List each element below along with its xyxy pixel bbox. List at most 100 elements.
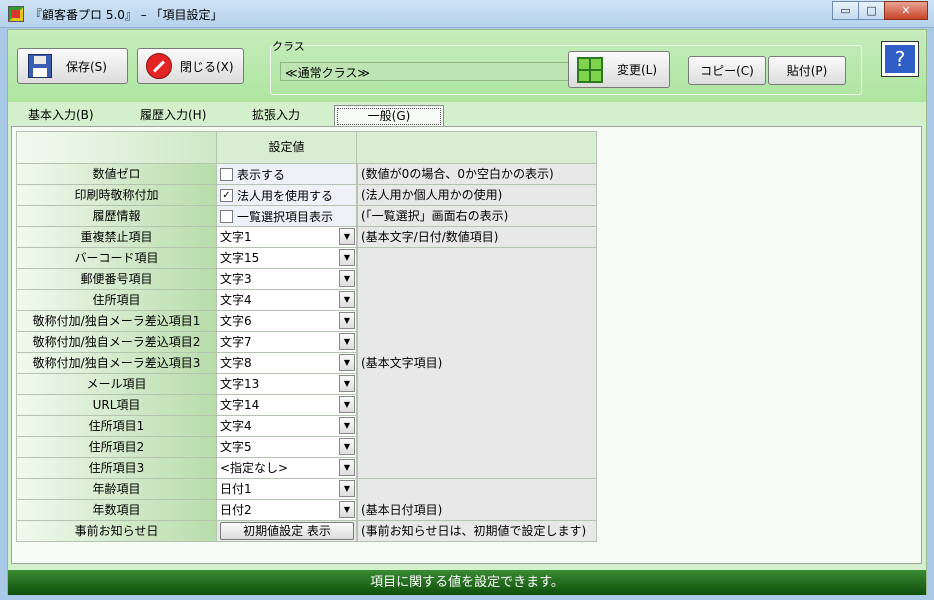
chevron-down-icon[interactable]: ▼ (339, 459, 355, 476)
dropdown[interactable]: <指定なし> ▼ (217, 458, 357, 478)
tab-extended-input[interactable]: 拡張入力(E) (236, 105, 326, 142)
row-description: (基本文字項目) (357, 353, 597, 374)
dropdown[interactable]: 文字3 ▼ (217, 269, 357, 289)
table-row: バーコード項目 文字15 ▼ (16, 248, 597, 269)
row-value: 文字3 ▼ (217, 269, 357, 290)
row-label: 郵便番号項目 (16, 269, 217, 290)
table-row: 住所項目3 <指定なし> ▼ (16, 458, 597, 479)
dropdown[interactable]: 文字6 ▼ (217, 311, 357, 331)
checkbox-label: 表示する (237, 167, 286, 182)
dropdown[interactable]: 文字4 ▼ (217, 416, 357, 436)
dropdown-value: 文字14 (217, 395, 339, 415)
chevron-down-icon[interactable]: ▼ (339, 417, 355, 434)
row-value: 文字1 ▼ (217, 227, 357, 248)
chevron-down-icon[interactable]: ▼ (339, 249, 355, 266)
app-icon (8, 6, 24, 22)
dropdown-value: 文字13 (217, 374, 339, 394)
row-label: 数値ゼロ (16, 164, 217, 185)
checkbox-corporate-honorific[interactable]: ✓ 法人用を使用する (217, 185, 357, 205)
minimize-button[interactable]: ▭ (832, 1, 859, 20)
row-label: 敬称付加/独自メーラ差込項目2 (16, 332, 217, 353)
dropdown-value: 文字6 (217, 311, 339, 331)
row-value: 日付1 ▼ (217, 479, 357, 500)
checkbox-box[interactable] (220, 209, 233, 223)
row-description (357, 395, 597, 416)
table-row: 年齢項目 日付1 ▼ (16, 479, 597, 500)
tab-history-input[interactable]: 履歴入力(H) (124, 105, 236, 125)
row-description: (基本日付項目) (357, 500, 597, 521)
chevron-down-icon[interactable]: ▼ (339, 354, 355, 371)
dropdown-value: 文字5 (217, 437, 339, 457)
tab-page-general: 設定値 数値ゼロ 表示する (数値が0の場合、0か空白かの表示) 印刷時敬称付加 (11, 126, 922, 564)
dropdown[interactable]: 文字14 ▼ (217, 395, 357, 415)
dropdown[interactable]: 文字8 ▼ (217, 353, 357, 373)
dropdown[interactable]: 文字4 ▼ (217, 290, 357, 310)
header-label-cell (16, 131, 217, 164)
toolbar: 保存(S) 閉じる(X) クラス ≪通常クラス≫ 変更(L) コピー(C) 貼付… (8, 30, 926, 102)
table-row: 住所項目 文字4 ▼ (16, 290, 597, 311)
table-row: 事前お知らせ日 初期値設定 表示 (事前お知らせ日は、初期値で設定します) (16, 521, 597, 542)
chevron-down-icon[interactable]: ▼ (339, 228, 355, 245)
row-value: ✓ 法人用を使用する (217, 185, 357, 206)
window-title: 『顧客番プロ 5.0』 – 「項目設定」 (30, 8, 223, 22)
chevron-down-icon[interactable]: ▼ (339, 480, 355, 497)
row-label: 敬称付加/独自メーラ差込項目3 (16, 353, 217, 374)
chevron-down-icon[interactable]: ▼ (339, 291, 355, 308)
row-value: 日付2 ▼ (217, 500, 357, 521)
dropdown[interactable]: 日付2 ▼ (217, 500, 357, 520)
dropdown-value: 文字15 (217, 248, 339, 268)
initial-value-settings-button[interactable]: 初期値設定 表示 (220, 522, 354, 540)
dropdown[interactable]: 文字13 ▼ (217, 374, 357, 394)
dropdown[interactable]: 文字1 ▼ (217, 227, 357, 247)
chevron-down-icon[interactable]: ▼ (339, 333, 355, 350)
row-value: 文字7 ▼ (217, 332, 357, 353)
save-button[interactable]: 保存(S) (17, 48, 128, 84)
dropdown[interactable]: 文字7 ▼ (217, 332, 357, 352)
class-value-field: ≪通常クラス≫ (280, 62, 570, 81)
checkbox-box-checked[interactable]: ✓ (220, 188, 233, 202)
table-row: 印刷時敬称付加 ✓ 法人用を使用する (法人用か個人用かの使用) (16, 185, 597, 206)
checkbox-box[interactable] (220, 167, 233, 181)
settings-table: 設定値 数値ゼロ 表示する (数値が0の場合、0か空白かの表示) 印刷時敬称付加 (16, 131, 597, 542)
table-row: 郵便番号項目 文字3 ▼ (16, 269, 597, 290)
tab-strip: 基本入力(B) 履歴入力(H) 拡張入力(E) 一般(G) (12, 105, 444, 142)
chevron-down-icon[interactable]: ▼ (339, 438, 355, 455)
grid-icon (577, 56, 603, 83)
table-row: メール項目 文字13 ▼ (16, 374, 597, 395)
dropdown[interactable]: 日付1 ▼ (217, 479, 357, 499)
chevron-down-icon[interactable]: ▼ (339, 501, 355, 518)
table-header-row: 設定値 (16, 131, 597, 164)
status-bar: 項目に関する値を設定できます。 (8, 570, 926, 595)
tab-general[interactable]: 一般(G) (334, 105, 444, 128)
dropdown[interactable]: 文字15 ▼ (217, 248, 357, 268)
table-row: 年数項目 日付2 ▼ (基本日付項目) (16, 500, 597, 521)
dropdown[interactable]: 文字5 ▼ (217, 437, 357, 457)
row-label: 印刷時敬称付加 (16, 185, 217, 206)
chevron-down-icon[interactable]: ▼ (339, 396, 355, 413)
row-description: (事前お知らせ日は、初期値で設定します) (357, 521, 597, 542)
close-label: 閉じる(X) (180, 59, 234, 74)
row-description: (法人用か個人用かの使用) (357, 185, 597, 206)
copy-button[interactable]: コピー(C) (688, 56, 766, 85)
checkbox-list-selection[interactable]: 一覧選択項目表示 (217, 206, 357, 226)
checkbox-show-zero[interactable]: 表示する (217, 164, 357, 184)
window-controls: ▭ □ ✕ (832, 1, 928, 20)
chevron-down-icon[interactable]: ▼ (339, 312, 355, 329)
header-desc-cell (357, 131, 597, 164)
maximize-button[interactable]: □ (858, 1, 885, 20)
help-button[interactable]: ? (881, 41, 919, 77)
chevron-down-icon[interactable]: ▼ (339, 270, 355, 287)
close-window-button[interactable]: ✕ (884, 1, 928, 20)
table-row: 住所項目1 文字4 ▼ (16, 416, 597, 437)
tab-basic-input[interactable]: 基本入力(B) (12, 105, 124, 125)
change-class-button[interactable]: 変更(L) (568, 51, 670, 88)
row-label: 住所項目 (16, 290, 217, 311)
paste-button[interactable]: 貼付(P) (768, 56, 846, 85)
dropdown-value: 文字1 (217, 227, 339, 247)
close-button[interactable]: 閉じる(X) (137, 48, 244, 84)
chevron-down-icon[interactable]: ▼ (339, 375, 355, 392)
table-row: URL項目 文字14 ▼ (16, 395, 597, 416)
title-bar: 『顧客番プロ 5.0』 – 「項目設定」 ▭ □ ✕ (0, 0, 934, 28)
row-value: 表示する (217, 164, 357, 185)
row-value: <指定なし> ▼ (217, 458, 357, 479)
